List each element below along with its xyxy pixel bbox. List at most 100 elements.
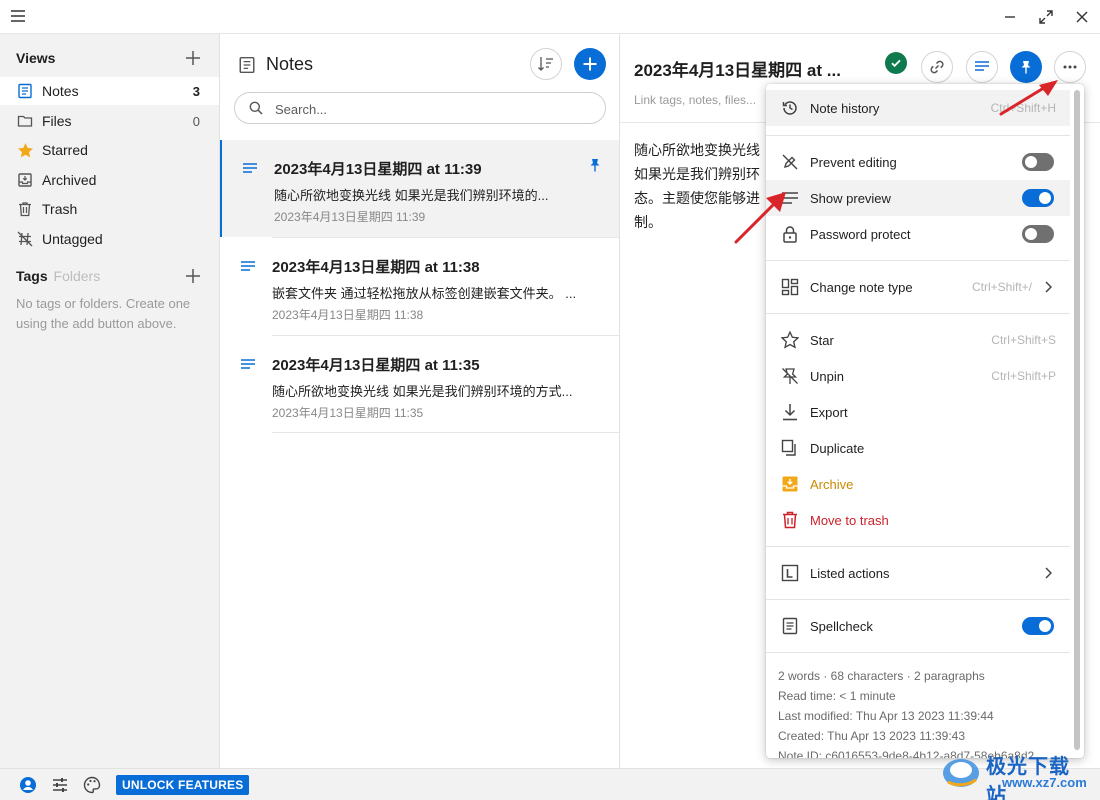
notes-list-title: Notes xyxy=(266,54,314,74)
chevron-right-icon xyxy=(1044,567,1052,579)
hamburger-menu-icon[interactable] xyxy=(10,9,26,23)
sidebar-item-label: Files xyxy=(42,113,72,129)
menu-item-duplicate[interactable]: Duplicate xyxy=(766,430,1070,466)
password-protect-toggle[interactable] xyxy=(1022,225,1054,243)
link-tags-input[interactable]: Link tags, notes, files... xyxy=(634,93,756,107)
read-time: Read time: < 1 minute xyxy=(778,689,896,703)
note-body[interactable]: 随心所欲地变换光线 如果光是我们辨别环 态。主题使您能够进 制。 xyxy=(634,138,774,234)
sidebar-item-label: Archived xyxy=(42,172,97,188)
folders-label[interactable]: Folders xyxy=(54,268,101,284)
note-body-line: 态。主题使您能够进 xyxy=(634,190,760,206)
notes-list-icon xyxy=(238,56,256,74)
menu-item-label: Duplicate xyxy=(810,440,865,456)
note-title: 2023年4月13日星期四 at 11:39 xyxy=(274,161,482,178)
menu-item-label: Show preview xyxy=(810,190,891,206)
add-view-button[interactable] xyxy=(185,50,201,66)
saved-status-icon xyxy=(885,52,907,74)
add-note-button[interactable] xyxy=(574,48,606,80)
views-heading: Views xyxy=(16,50,56,66)
sort-button[interactable] xyxy=(530,48,562,80)
note-list-item[interactable]: 2023年4月13日星期四 at 11:39 随心所欲地变换光线 如果光是我们辨… xyxy=(220,140,619,237)
history-icon xyxy=(780,98,800,118)
sidebar-item-label: Starred xyxy=(42,142,88,158)
note-type-icon xyxy=(974,60,990,74)
close-window-button[interactable] xyxy=(1070,6,1094,28)
menu-item-export[interactable]: Export xyxy=(766,394,1070,430)
add-tag-button[interactable] xyxy=(185,268,201,284)
menu-item-show-preview[interactable]: Show preview xyxy=(766,180,1070,216)
menu-item-star[interactable]: Star Ctrl+Shift+S xyxy=(766,322,1070,358)
files-count: 0 xyxy=(192,113,200,129)
show-preview-toggle[interactable] xyxy=(1022,189,1054,207)
menu-item-move-to-trash[interactable]: Move to trash xyxy=(766,502,1070,538)
tags-label: Tags xyxy=(16,268,48,284)
archive-icon xyxy=(16,171,34,189)
note-list-item[interactable]: 2023年4月13日星期四 at 11:35 随心所欲地变换光线 如果光是我们辨… xyxy=(220,336,619,433)
sidebar-item-untagged[interactable]: Untagged xyxy=(0,225,219,253)
download-icon xyxy=(780,402,800,422)
pin-icon xyxy=(589,158,601,172)
note-preview: 嵌套文件夹 通过轻松拖放从标签创建嵌套文件夹。 ... xyxy=(272,286,577,301)
trash-icon xyxy=(16,200,34,218)
menu-item-change-note-type[interactable]: Change note type Ctrl+Shift+/ xyxy=(766,269,1070,305)
menu-item-password-protect[interactable]: Password protect xyxy=(766,216,1070,252)
note-date: 2023年4月13日星期四 11:38 xyxy=(272,308,424,322)
spellcheck-toggle[interactable] xyxy=(1022,617,1054,635)
lock-icon xyxy=(780,224,800,244)
more-horizontal-icon xyxy=(1062,65,1078,69)
notes-list-pane: Notes 2023年4月13日星期四 at 11:39 随心所欲地变换光线 如… xyxy=(220,34,620,768)
menu-separator xyxy=(766,546,1070,547)
search-icon xyxy=(249,101,263,115)
watermark-logo-icon xyxy=(940,752,982,792)
maximize-window-button[interactable] xyxy=(1034,6,1058,28)
note-type-button[interactable] xyxy=(966,51,998,83)
shortcut-label: Ctrl+Shift+H xyxy=(990,101,1056,115)
listed-icon xyxy=(780,563,800,583)
search-input[interactable] xyxy=(275,99,595,119)
pin-button[interactable] xyxy=(1010,51,1042,83)
search-field[interactable] xyxy=(234,92,606,124)
notes-count: 3 xyxy=(192,83,200,99)
chevron-right-icon xyxy=(1044,281,1052,293)
prevent-editing-toggle[interactable] xyxy=(1022,153,1054,171)
menu-item-archive[interactable]: Archive xyxy=(766,466,1070,502)
menu-separator xyxy=(766,652,1070,653)
link-button[interactable] xyxy=(921,51,953,83)
menu-item-listed-actions[interactable]: Listed actions xyxy=(766,555,1070,591)
more-options-button[interactable] xyxy=(1054,51,1086,83)
note-date: 2023年4月13日星期四 11:39 xyxy=(274,210,426,224)
watermark: 极光下载站 www.xz7.com xyxy=(940,748,1090,800)
menu-item-prevent-editing[interactable]: Prevent editing xyxy=(766,144,1070,180)
unpin-icon xyxy=(780,366,800,386)
sidebar-item-starred[interactable]: Starred xyxy=(0,136,219,164)
note-list-item[interactable]: 2023年4月13日星期四 at 11:38 嵌套文件夹 通过轻松拖放从标签创建… xyxy=(220,238,619,335)
sidebar-item-label: Notes xyxy=(42,83,79,99)
themes-palette-icon[interactable] xyxy=(83,776,101,794)
menu-separator xyxy=(766,599,1070,600)
sidebar-item-files[interactable]: Files 0 xyxy=(0,107,219,135)
spellcheck-icon xyxy=(780,616,800,636)
minimize-window-button[interactable] xyxy=(998,6,1022,28)
account-icon[interactable] xyxy=(19,776,37,794)
preferences-icon[interactable] xyxy=(51,776,69,794)
sidebar-item-notes[interactable]: Notes 3 xyxy=(0,77,219,105)
unlock-features-button[interactable]: UNLOCK FEATURES xyxy=(116,775,250,795)
menu-item-note-history[interactable]: Note history Ctrl+Shift+H xyxy=(766,90,1070,126)
menu-item-label: Change note type xyxy=(810,279,913,295)
last-modified: Last modified: Thu Apr 13 2023 11:39:44 xyxy=(778,709,994,723)
note-title-input[interactable]: 2023年4月13日星期四 at ... xyxy=(634,56,864,81)
menu-item-label: Password protect xyxy=(810,226,911,242)
pencil-off-icon xyxy=(780,152,800,172)
copy-icon xyxy=(780,438,800,458)
sidebar-item-trash[interactable]: Trash xyxy=(0,195,219,223)
menu-item-label: Unpin xyxy=(810,368,844,384)
menu-separator xyxy=(766,260,1070,261)
star-outline-icon xyxy=(780,330,800,350)
menu-scrollbar[interactable] xyxy=(1074,90,1080,750)
sidebar-item-archived[interactable]: Archived xyxy=(0,166,219,194)
menu-item-label: Prevent editing xyxy=(810,154,897,170)
menu-item-unpin[interactable]: Unpin Ctrl+Shift+P xyxy=(766,358,1070,394)
notes-icon xyxy=(16,82,34,100)
archive-icon xyxy=(780,474,800,494)
menu-item-spellcheck[interactable]: Spellcheck xyxy=(766,608,1070,644)
